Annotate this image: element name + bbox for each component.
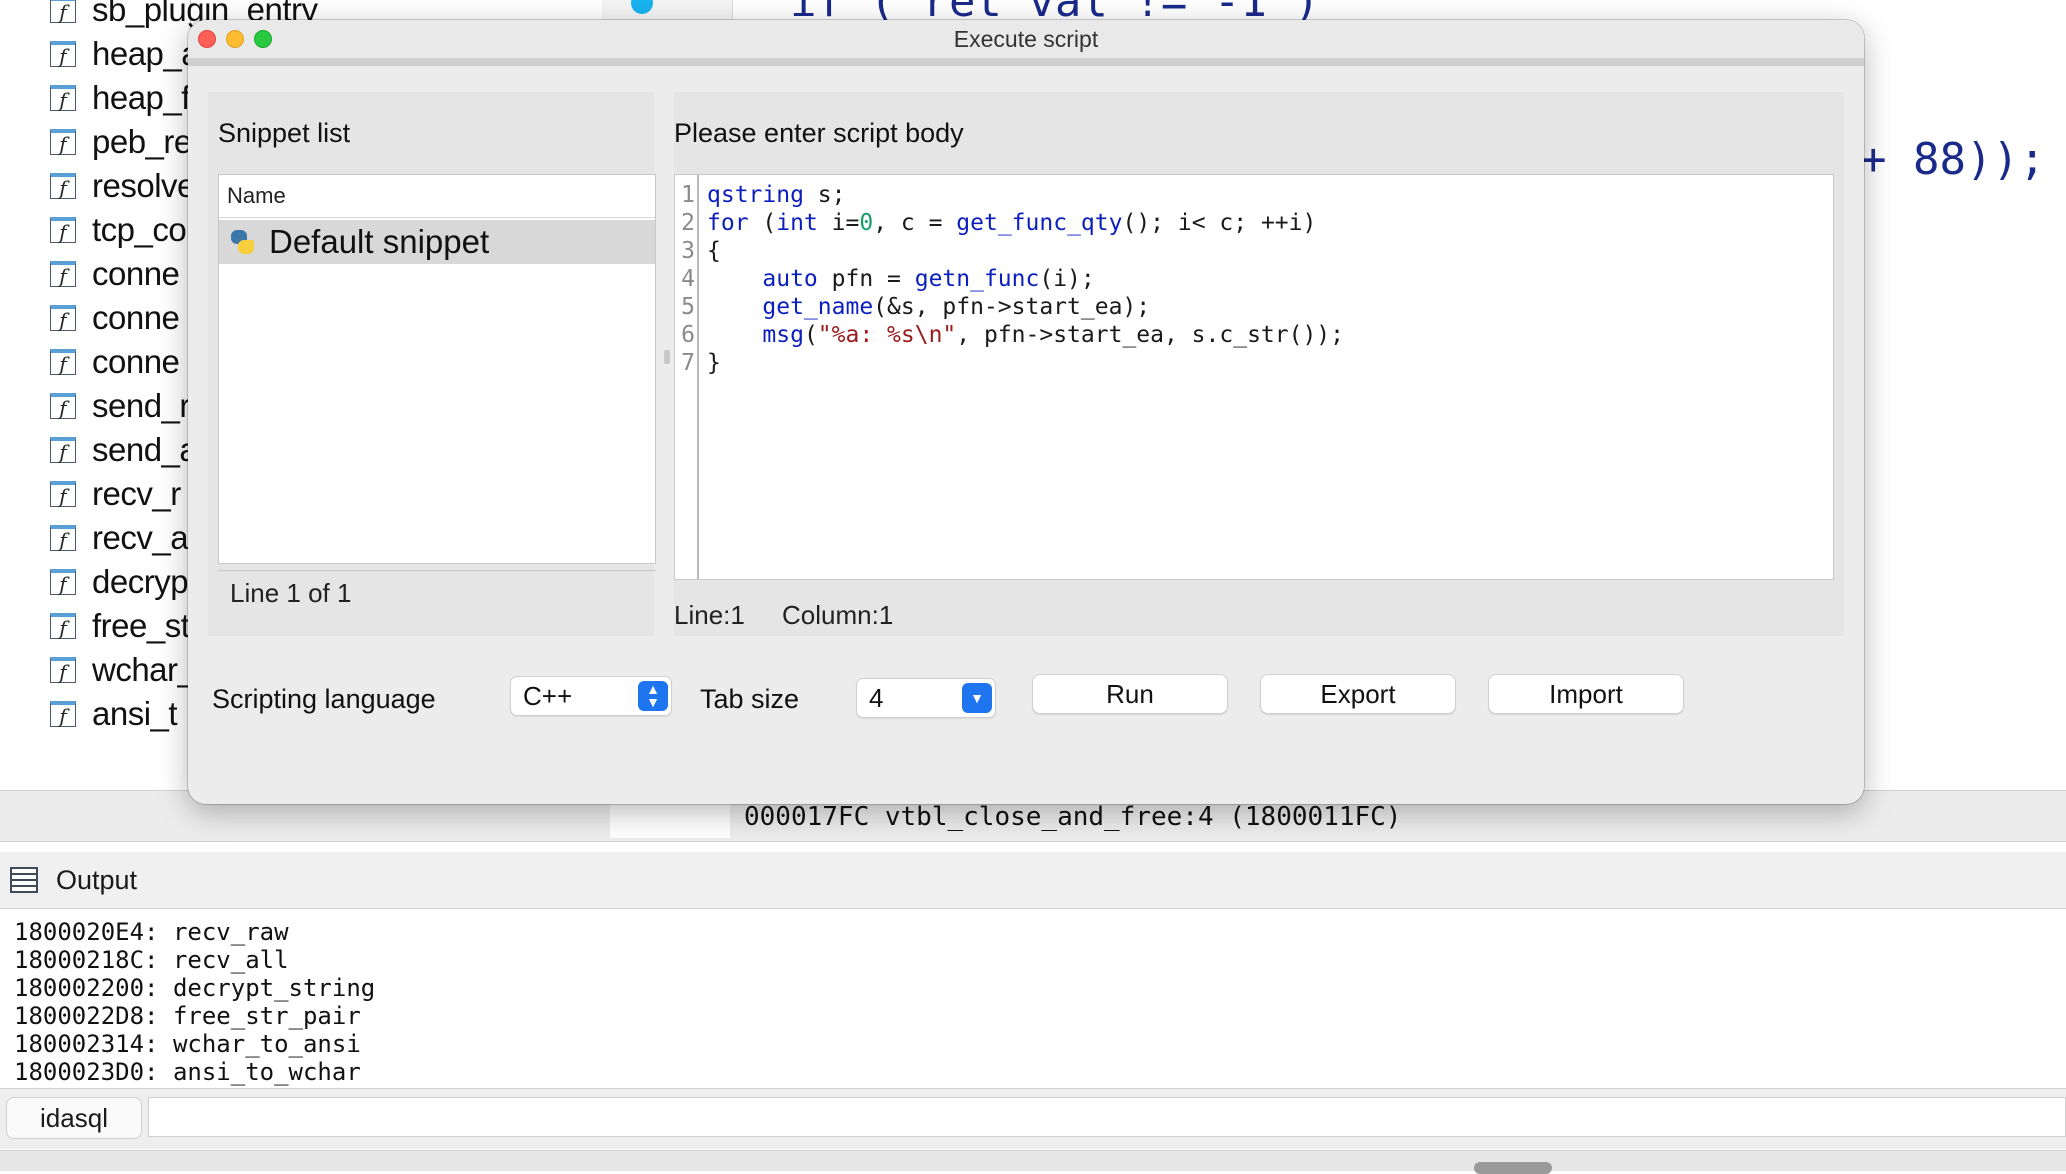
function-icon: f: [50, 437, 76, 463]
line-number: 6: [681, 322, 695, 348]
function-icon: f: [50, 701, 76, 727]
function-icon: f: [50, 613, 76, 639]
cursor-line: Line:1: [674, 600, 745, 630]
function-name: ansi_t: [92, 695, 178, 732]
dialog-titlebar[interactable]: Execute script: [188, 20, 1864, 58]
function-name: wchar_: [92, 651, 196, 688]
tab-size-value: 4: [869, 682, 884, 713]
snippet-list-label: Snippet list: [218, 118, 351, 148]
tab-size-label: Tab size: [700, 684, 800, 714]
function-icon: f: [50, 525, 76, 551]
function-icon: f: [50, 173, 76, 199]
line-number: 4: [681, 266, 695, 292]
execute-script-dialog: Execute script Snippet list Name Default…: [188, 20, 1864, 804]
function-name: free_st: [92, 607, 190, 644]
line-numbers: 1234567: [675, 175, 699, 579]
language-value: C++: [523, 680, 573, 711]
tab-size-select[interactable]: 4 ▼: [856, 678, 996, 718]
code-location-status: 000017FC vtbl_close_and_free:4 (1800011F…: [744, 802, 1402, 832]
output-window-header: Output: [0, 852, 2066, 909]
export-button[interactable]: Export: [1260, 674, 1456, 714]
output-line: 1800020E4: recv_raw: [14, 918, 289, 946]
line-number: 1: [681, 182, 695, 208]
scroll-handle[interactable]: [1474, 1162, 1552, 1174]
cursor-column: Column:1: [782, 600, 894, 630]
function-name: conne: [92, 299, 180, 336]
function-icon: f: [50, 481, 76, 507]
list-icon: [10, 867, 38, 893]
function-name: conne: [92, 255, 180, 292]
cli-language-button[interactable]: idasql: [6, 1097, 142, 1139]
python-icon: [229, 229, 255, 255]
import-button[interactable]: Import: [1488, 674, 1684, 714]
function-name: peb_re: [92, 123, 192, 160]
line-number: 5: [681, 294, 695, 320]
snippet-list[interactable]: Name Default snippet: [218, 174, 656, 564]
script-pane: Please enter script body 1234567 qstring…: [674, 92, 1844, 636]
function-icon: f: [50, 393, 76, 419]
snippet-item[interactable]: Default snippet: [219, 220, 655, 264]
function-name: resolve: [92, 167, 195, 204]
run-button[interactable]: Run: [1032, 674, 1228, 714]
function-icon: f: [50, 129, 76, 155]
function-name: heap_a: [92, 35, 200, 72]
output-line: 1800023D0: ansi_to_wchar: [14, 1058, 361, 1086]
output-log[interactable]: 1800020E4: recv_raw 18000218C: recv_all 18…: [0, 910, 2066, 1086]
function-name: recv_r: [92, 475, 181, 512]
script-editor[interactable]: 1234567 qstring s; for (int i=0, c = get…: [674, 174, 1834, 580]
line-number: 7: [681, 350, 695, 376]
function-icon: f: [50, 217, 76, 243]
function-icon: f: [50, 41, 76, 67]
function-name: tcp_co: [92, 211, 187, 248]
function-name: recv_a: [92, 519, 189, 556]
function-icon: f: [50, 569, 76, 595]
column-header-name[interactable]: Name: [219, 175, 655, 218]
output-line: 1800022D8: free_str_pair: [14, 1002, 361, 1030]
pane-splitter[interactable]: [664, 350, 670, 364]
snippet-pane: Snippet list Name Default snippet Line 1…: [208, 92, 656, 636]
function-name: send_a: [92, 431, 198, 468]
function-icon: f: [50, 261, 76, 287]
output-line: 18000218C: recv_all: [14, 946, 289, 974]
output-line: 180002314: wchar_to_ansi: [14, 1030, 361, 1058]
output-title: Output: [56, 864, 138, 895]
line-number: 2: [681, 210, 695, 236]
dialog-controls: Scripting language C++ ▲ ▼ Tab size 4 ▼ R…: [188, 656, 1864, 718]
code-line-fragment: + 88));: [1860, 134, 2046, 185]
dialog-title: Execute script: [953, 25, 1099, 52]
function-icon: f: [50, 349, 76, 375]
chevron-down-icon: ▼: [962, 683, 992, 713]
function-name: decryp: [92, 563, 189, 600]
script-body-label: Please enter script body: [674, 118, 964, 148]
command-input[interactable]: [148, 1097, 2066, 1137]
updown-chevron-icon: ▲ ▼: [638, 681, 668, 711]
bottom-strip: [0, 1150, 2066, 1171]
function-icon: f: [50, 305, 76, 331]
function-name: heap_f: [92, 79, 190, 116]
function-icon: f: [50, 85, 76, 111]
snippet-count: Line 1 of 1: [218, 570, 656, 616]
line-number: 3: [681, 238, 695, 264]
script-code[interactable]: qstring s; for (int i=0, c = get_func_qt…: [707, 181, 1344, 377]
function-name: conne: [92, 343, 180, 380]
maximize-window-button[interactable]: [254, 30, 272, 48]
close-window-button[interactable]: [198, 30, 216, 48]
scripting-language-select[interactable]: C++ ▲ ▼: [510, 676, 672, 716]
output-line: 180002200: decrypt_string: [14, 974, 376, 1002]
function-name: send_r: [92, 387, 190, 424]
function-icon: f: [50, 0, 76, 23]
minimize-window-button[interactable]: [226, 30, 244, 48]
function-icon: f: [50, 657, 76, 683]
scripting-language-label: Scripting language: [212, 684, 436, 714]
titlebar-divider: [188, 58, 1864, 66]
functions-panel: f sb_plugin_entry f heap_a f heap_f f peb_re f re…: [0, 0, 318, 780]
snippet-item-label: Default snippet: [269, 223, 490, 260]
